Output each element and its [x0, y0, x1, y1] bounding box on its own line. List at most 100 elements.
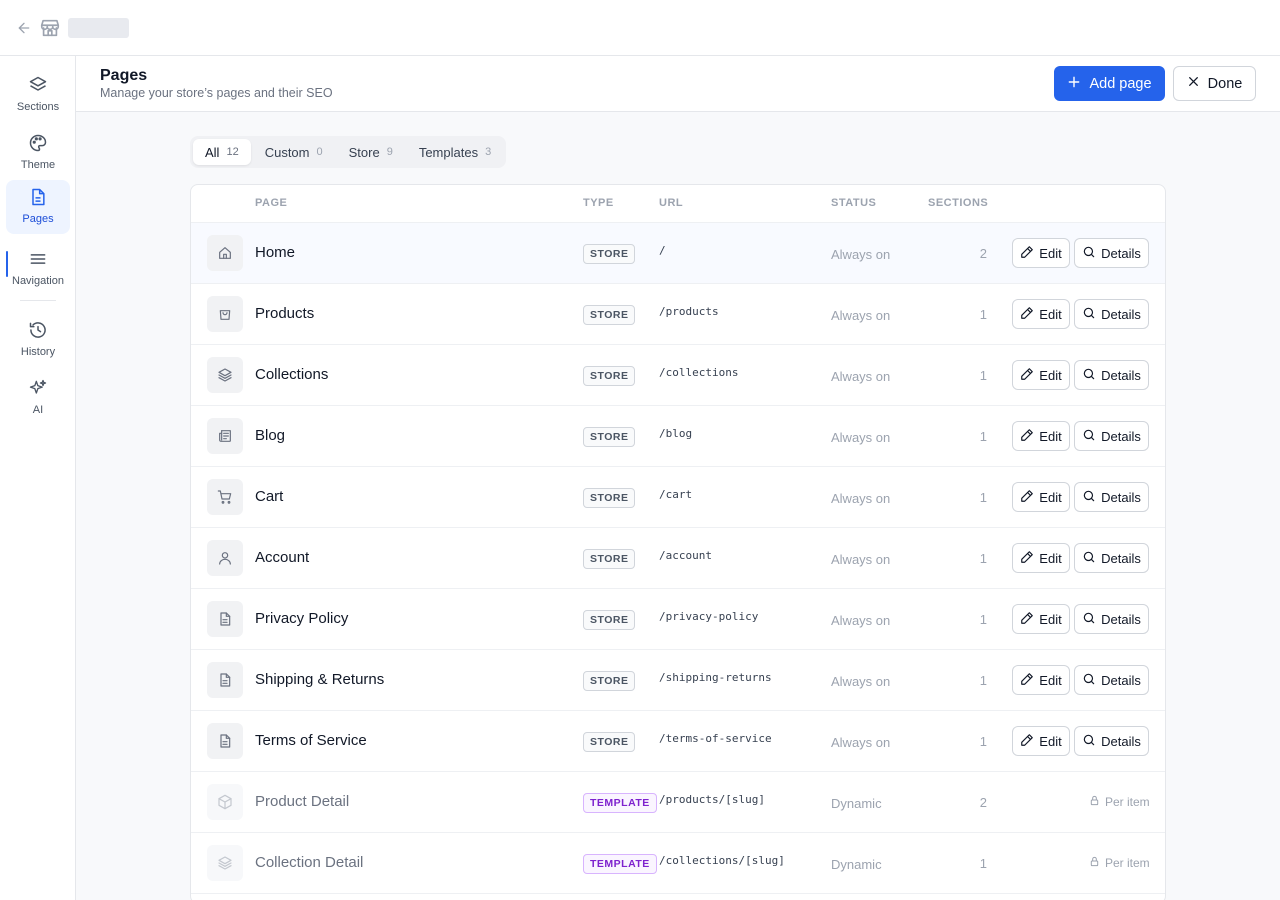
table-row[interactable]: Blog STORE/blog Always on 1 Edit Details — [191, 406, 1165, 467]
search-icon — [1082, 306, 1096, 323]
done-button[interactable]: Done — [1173, 66, 1256, 101]
search-icon — [1082, 367, 1096, 384]
table-row[interactable]: Shipping & Returns STORE/shipping-returns… — [191, 650, 1165, 711]
edit-button[interactable]: Edit — [1012, 604, 1070, 634]
main-content: All 12 Custom 0 Store 9 Templates 3 PAGE… — [76, 112, 1280, 900]
type-badge: TEMPLATE — [583, 793, 657, 813]
type-badge: STORE — [583, 366, 636, 386]
page-url: /shipping-returns — [659, 671, 772, 684]
page-name: Shipping & Returns — [255, 671, 385, 688]
page-name: Terms of Service — [255, 732, 367, 749]
table-row[interactable]: Privacy Policy STORE/privacy-policy Always… — [191, 589, 1165, 650]
tab-all[interactable]: All 12 — [193, 139, 251, 165]
edit-label: Edit — [1039, 672, 1062, 688]
page-status: Always on — [831, 308, 891, 323]
sidebar-item-sections[interactable]: Sections — [6, 68, 70, 122]
per-item-label: Per item — [1105, 795, 1150, 809]
tab-custom[interactable]: Custom 0 — [253, 139, 335, 165]
table-row[interactable]: Product Detail TEMPLATE/products/[slug] Dy… — [191, 772, 1165, 833]
details-label: Details — [1101, 245, 1141, 261]
sidebar-item-navigation[interactable]: Navigation — [6, 242, 70, 296]
search-icon — [1082, 550, 1096, 567]
edit-button[interactable]: Edit — [1012, 543, 1070, 573]
table-row[interactable]: Cart STORE/cart Always on 1 Edit Details — [191, 467, 1165, 528]
page-subtitle: Manage your store’s pages and their SEO — [100, 86, 333, 100]
pencil-icon — [1020, 428, 1034, 445]
edit-button[interactable]: Edit — [1012, 360, 1070, 390]
menu-icon — [27, 248, 49, 270]
section-count: 2 — [979, 246, 987, 261]
tab-store[interactable]: Store 9 — [337, 139, 405, 165]
details-button[interactable]: Details — [1074, 360, 1149, 390]
edit-button[interactable]: Edit — [1012, 421, 1070, 451]
page-url: /account — [659, 549, 712, 562]
sidebar-item-label: Theme — [20, 159, 56, 171]
table-row[interactable]: Terms of Service STORE/terms-of-service Al… — [191, 711, 1165, 772]
page-title: Pages — [100, 67, 148, 84]
edit-button[interactable]: Edit — [1012, 726, 1070, 756]
edit-label: Edit — [1039, 428, 1062, 444]
store-icon — [38, 16, 62, 40]
tab-label: Templates — [418, 144, 479, 160]
column-header-page: PAGE — [255, 197, 288, 209]
sidebar-item-label: Pages — [22, 213, 54, 225]
edit-button[interactable]: Edit — [1012, 665, 1070, 695]
details-button[interactable]: Details — [1074, 665, 1149, 695]
sparkle-icon — [27, 377, 49, 399]
table-row[interactable]: Home STORE / Always on 2 Edit Details — [191, 223, 1165, 284]
layers-icon — [207, 845, 243, 881]
table-row[interactable]: Products STORE/products Always on 1 Edit Deta… — [191, 284, 1165, 345]
type-badge: STORE — [583, 549, 636, 569]
page-url: /blog — [659, 427, 693, 440]
per-item-indicator: Per item — [1089, 856, 1150, 870]
edit-button[interactable]: Edit — [1012, 238, 1070, 268]
page-name: Account — [255, 549, 310, 566]
details-label: Details — [1101, 489, 1141, 505]
table-row[interactable]: Account STORE/account Always on 1 Edit Detail… — [191, 528, 1165, 589]
details-button[interactable]: Details — [1074, 299, 1149, 329]
tab-label: Custom — [264, 144, 310, 160]
type-badge: STORE — [583, 671, 636, 691]
table-row[interactable]: Collections STORE/collections Always on 1 Ed… — [191, 345, 1165, 406]
tab-templates[interactable]: Templates 3 — [407, 139, 503, 165]
details-button[interactable]: Details — [1074, 726, 1149, 756]
page-url: /cart — [659, 488, 693, 501]
details-button[interactable]: Details — [1074, 543, 1149, 573]
sidebar-item-theme[interactable]: Theme — [6, 126, 70, 180]
details-button[interactable]: Details — [1074, 604, 1149, 634]
lock-icon — [1089, 795, 1100, 809]
details-label: Details — [1101, 672, 1141, 688]
tab-count: 3 — [485, 146, 492, 158]
sidebar-item-pages[interactable]: Pages — [6, 180, 70, 234]
history-icon — [27, 319, 49, 341]
section-count: 1 — [979, 307, 987, 322]
edit-button[interactable]: Edit — [1012, 299, 1070, 329]
details-label: Details — [1101, 306, 1141, 322]
details-button[interactable]: Details — [1074, 238, 1149, 268]
column-header-url: URL — [659, 197, 684, 209]
section-count: 1 — [979, 612, 987, 627]
table-row[interactable]: Collection Detail TEMPLATE/collections/[s… — [191, 833, 1165, 894]
details-label: Details — [1101, 733, 1141, 749]
page-status: Dynamic — [831, 857, 882, 872]
layers-icon — [207, 357, 243, 393]
edit-label: Edit — [1039, 367, 1062, 383]
page-name: Privacy Policy — [255, 610, 349, 627]
edit-label: Edit — [1039, 245, 1062, 261]
pencil-icon — [1020, 367, 1034, 384]
plus-icon — [1067, 75, 1081, 93]
details-button[interactable]: Details — [1074, 421, 1149, 451]
search-icon — [1082, 489, 1096, 506]
page-status: Always on — [831, 247, 891, 262]
details-button[interactable]: Details — [1074, 482, 1149, 512]
page-url: / — [659, 244, 666, 257]
file-text-icon — [207, 601, 243, 637]
back-arrow-icon[interactable] — [14, 18, 34, 38]
edit-button[interactable]: Edit — [1012, 482, 1070, 512]
sidebar-item-history[interactable]: History — [6, 313, 70, 367]
add-page-button[interactable]: Add page — [1054, 66, 1165, 101]
sidebar-item-ai[interactable]: AI — [6, 371, 70, 425]
page-name: Product Detail — [255, 793, 350, 810]
shopping-bag-icon — [207, 296, 243, 332]
pencil-icon — [1020, 611, 1034, 628]
